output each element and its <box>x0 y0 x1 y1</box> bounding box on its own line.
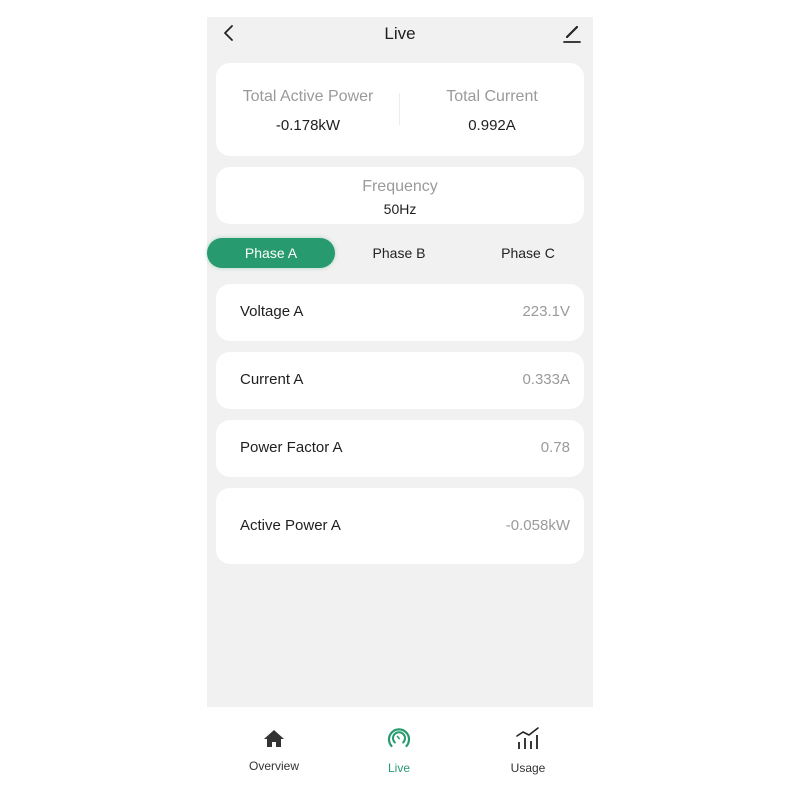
metric-label: Current A <box>240 371 304 388</box>
tab-usage-label: Usage <box>510 761 546 775</box>
gauge-icon <box>387 728 411 748</box>
tab-live-label: Live <box>387 761 410 775</box>
nav-bar: Live <box>207 17 593 51</box>
metric-row-voltage: Voltage A 223.1V <box>216 284 584 341</box>
frequency-value: 50Hz <box>383 201 417 217</box>
tab-phase-b[interactable]: Phase B <box>335 238 463 268</box>
total-current-value: 0.992A <box>468 117 516 134</box>
total-active-power-value: -0.178kW <box>275 117 341 134</box>
frequency-label: Frequency <box>362 178 438 195</box>
tab-usage[interactable]: Usage <box>464 707 592 790</box>
tab-phase-c[interactable]: Phase C <box>463 238 593 268</box>
metric-row-current: Current A 0.333A <box>216 352 584 409</box>
totals-card: Total Active Power -0.178kW Total Curren… <box>216 63 584 156</box>
metric-value: 223.1V <box>522 303 570 320</box>
bottom-tab-bar: Overview Live Usage <box>207 707 593 790</box>
metric-row-active-power: Active Power A -0.058kW <box>216 488 584 564</box>
metric-value: -0.058kW <box>505 517 570 534</box>
tab-live[interactable]: Live <box>335 707 463 790</box>
edit-button[interactable] <box>561 23 583 45</box>
frequency-card: Frequency 50Hz <box>216 167 584 224</box>
total-current: Total Current 0.992A <box>400 63 584 156</box>
phase-tabs: Phase A Phase B Phase C <box>207 238 593 268</box>
metric-label: Active Power A <box>240 517 341 534</box>
bar-line-chart-icon <box>516 727 539 749</box>
home-icon <box>264 730 284 747</box>
tab-overview-label: Overview <box>248 759 299 773</box>
tab-overview[interactable]: Overview <box>210 707 338 790</box>
metric-value: 0.333A <box>522 371 570 388</box>
pencil-icon <box>563 25 581 43</box>
metric-label: Voltage A <box>240 303 304 320</box>
total-active-power: Total Active Power -0.178kW <box>216 63 400 156</box>
live-screen: Live Total Active Power -0.178kW Total C… <box>207 17 593 790</box>
total-current-label: Total Current <box>446 88 538 105</box>
page-title: Live <box>384 24 416 43</box>
tab-phase-a[interactable]: Phase A <box>207 238 335 268</box>
metric-value: 0.78 <box>540 439 570 456</box>
metric-label: Power Factor A <box>240 439 343 456</box>
metric-row-power-factor: Power Factor A 0.78 <box>216 420 584 477</box>
total-active-power-label: Total Active Power <box>242 88 374 105</box>
